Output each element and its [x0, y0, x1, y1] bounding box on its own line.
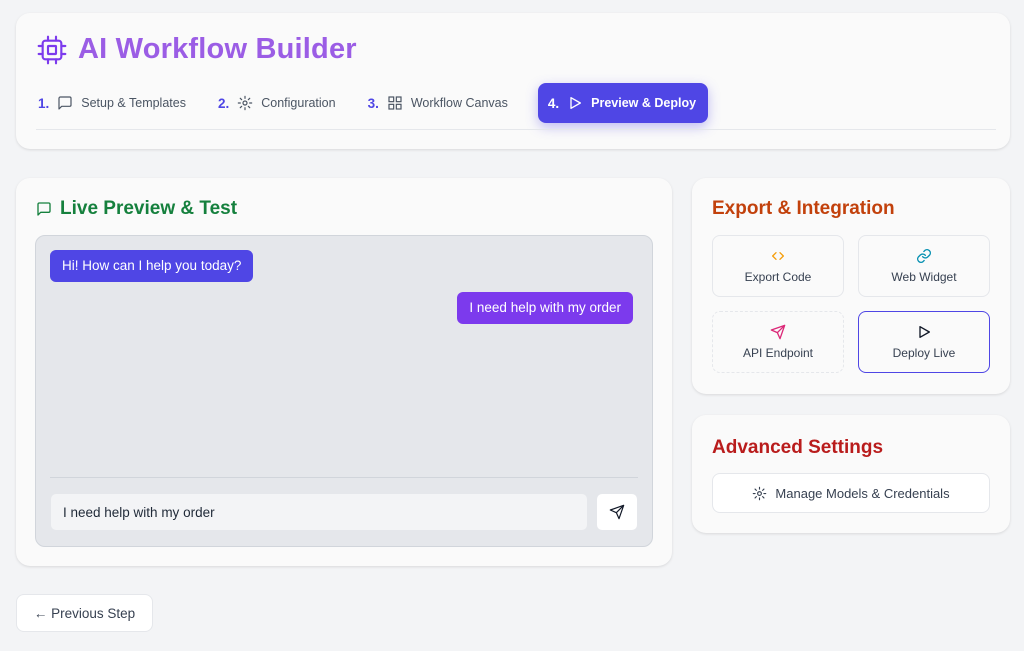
- chat-input[interactable]: [50, 493, 588, 531]
- export-integration-card: Export & Integration Export Code Web Wid…: [692, 178, 1010, 394]
- bot-message: Hi! How can I help you today?: [50, 250, 254, 282]
- step-configuration[interactable]: 2. Configuration: [216, 83, 348, 123]
- export-integration-title: Export & Integration: [712, 198, 895, 219]
- code-icon: [770, 248, 786, 264]
- advanced-settings-title: Advanced Settings: [712, 437, 884, 458]
- send-button[interactable]: [596, 493, 638, 531]
- header-divider: [36, 129, 996, 130]
- message-square-icon: [36, 201, 52, 217]
- chat-window: Hi! How can I help you today? I need hel…: [35, 235, 653, 547]
- step-label: Configuration: [261, 96, 336, 110]
- step-number: 2.: [217, 95, 230, 111]
- previous-step-button[interactable]: ← Previous Step: [16, 594, 153, 632]
- live-preview-title: Live Preview & Test: [36, 198, 237, 220]
- manage-models-label: Manage Models & Credentials: [775, 485, 950, 501]
- step-nav: 1. Setup & Templates 2. Configuration 3.…: [36, 83, 726, 123]
- web-widget-button[interactable]: Web Widget: [858, 235, 990, 297]
- tile-label: Export Code: [744, 270, 812, 284]
- step-setup-templates[interactable]: 1. Setup & Templates: [36, 83, 198, 123]
- step-number: 1.: [38, 95, 50, 111]
- step-number: 4.: [547, 95, 560, 111]
- play-icon: [916, 324, 932, 340]
- live-preview-card: Live Preview & Test Hi! How can I help y…: [16, 178, 672, 566]
- step-label: Workflow Canvas: [410, 96, 508, 110]
- manage-models-button[interactable]: Manage Models & Credentials: [712, 473, 990, 513]
- send-icon: [770, 324, 786, 340]
- link-icon: [916, 248, 932, 264]
- step-label: Preview & Deploy: [591, 96, 697, 110]
- deploy-live-button[interactable]: Deploy Live: [858, 311, 990, 373]
- step-number: 3.: [367, 95, 379, 111]
- send-icon: [609, 504, 625, 520]
- section-title-text: Live Preview & Test: [60, 198, 238, 219]
- gear-icon: [752, 486, 767, 501]
- header-card: AI Workflow Builder 1. Setup & Templates…: [16, 13, 1010, 149]
- tile-label: Web Widget: [891, 270, 957, 284]
- api-endpoint-button[interactable]: API Endpoint: [712, 311, 844, 373]
- cpu-chip-icon: [36, 34, 68, 66]
- step-preview-deploy[interactable]: 4. Preview & Deploy: [537, 83, 709, 123]
- step-label: Setup & Templates: [81, 96, 186, 110]
- gear-icon: [237, 95, 253, 111]
- grid-icon: [387, 95, 403, 111]
- export-code-button[interactable]: Export Code: [712, 235, 844, 297]
- tile-label: API Endpoint: [742, 346, 814, 360]
- app-title: AI Workflow Builder: [36, 33, 357, 66]
- step-workflow-canvas[interactable]: 3. Workflow Canvas: [366, 83, 520, 123]
- app-title-text: AI Workflow Builder: [78, 33, 357, 65]
- message-square-icon: [57, 95, 73, 111]
- chat-divider: [50, 477, 638, 478]
- advanced-settings-card: Advanced Settings Manage Models & Creden…: [692, 415, 1010, 533]
- user-message: I need help with my order: [457, 292, 633, 324]
- play-icon: [567, 95, 583, 111]
- tile-label: Deploy Live: [892, 346, 956, 360]
